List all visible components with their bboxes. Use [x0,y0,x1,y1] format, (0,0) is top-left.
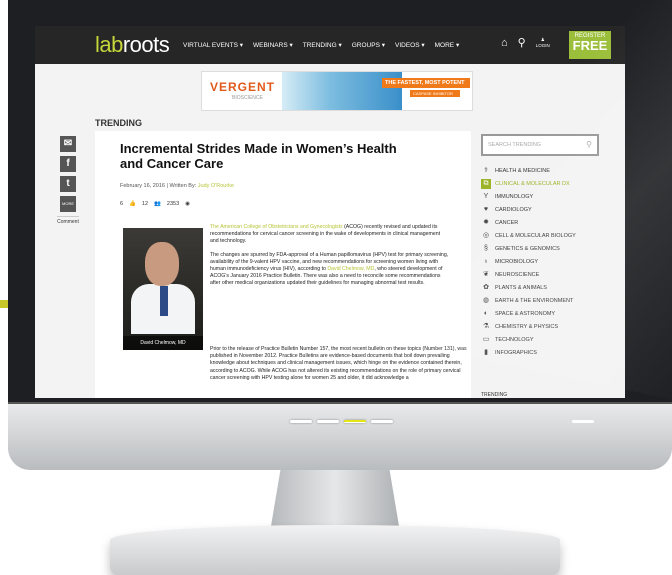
category-label: MICROBIOLOGY [495,258,539,265]
more-share-button[interactable]: MORE [60,196,76,212]
category-plants-animals[interactable]: ✿ PLANTS & ANIMALS [481,281,601,294]
category-infographics[interactable]: ▮ INFOGRAPHICS [481,346,601,359]
comment-link[interactable]: Comment [57,216,79,225]
search-icon[interactable]: ⚲ [586,140,592,149]
menu-virtual-events[interactable]: VIRTUAL EVENTS ▾ [183,41,243,49]
search-trending-input[interactable]: SEARCH TRENDING ⚲ [481,134,599,156]
author-link[interactable]: Judy O'Rourke [198,183,234,189]
plant-icon: ✿ [483,283,489,291]
search-icon[interactable]: ⚲ [518,36,526,49]
category-genetics-genomics[interactable]: § GENETICS & GENOMICS [481,242,601,255]
category-list: ⚕ HEALTH & MEDICINE ⧉ CLINICAL & MOLECULAR … [481,164,601,359]
category-label: INFOGRAPHICS [495,349,537,356]
email-share-icon[interactable]: ✉ [60,136,76,152]
category-space-astronomy[interactable]: ◐ SPACE & ASTRONOMY [481,307,601,320]
category-label: CLINICAL & MOLECULAR DX [495,180,570,187]
author-photo: David Chelmow, MD [123,228,203,350]
bar-chart-icon: ▮ [484,348,488,356]
category-immunology[interactable]: Y IMMUNOLOGY [481,190,601,203]
stethoscope-icon: ⚕ [484,166,488,174]
category-label: GENETICS & GENOMICS [495,245,560,252]
antibody-icon: Y [483,192,489,200]
nav-icons: ⌂ ⚲ ♟ LOGIN [501,36,550,50]
acog-link[interactable]: The American College of Obstetricians an… [210,224,343,230]
facebook-share-icon[interactable]: f [60,156,76,172]
register-free-button[interactable]: REGISTER FREE [569,31,611,59]
heart-icon: ♥ [483,205,489,213]
ad-subline: CASPASE INHIBITOR [410,90,460,97]
category-label: HEALTH & MEDICINE [495,167,550,174]
cancer-cell-icon: ✹ [483,218,489,226]
user-icon: ♟ [540,37,545,42]
eye-icon: ◉ [185,201,190,207]
thumbs-up-icon[interactable]: 👍 [129,201,136,207]
ad-tagline: 4.5x Faster, 10x more potent than Z-VAD-… [402,102,467,111]
monitor-power-indicator [572,420,594,423]
people-icon: 👥 [154,201,161,207]
login-button[interactable]: ♟ LOGIN [536,37,550,48]
category-label: IMMUNOLOGY [495,193,534,200]
category-chemistry-physics[interactable]: ⚗ CHEMISTRY & PHYSICS [481,320,601,333]
category-label: CHEMISTRY & PHYSICS [495,323,559,330]
monitor-stand-base [110,525,560,575]
paragraph-3: Prior to the release of Practice Bulleti… [210,346,467,381]
category-health-medicine[interactable]: ⚕ HEALTH & MEDICINE [481,164,601,177]
planet-icon: ◐ [483,309,489,317]
article-title: Incremental Strides Made in Women’s Heal… [120,141,397,171]
monitor-bezel: labroots VIRTUAL EVENTS ▾ WEBINARS ▾ TRE… [8,0,672,468]
dna-test-icon: ⧉ [481,178,491,189]
category-clinical-molecular-dx[interactable]: ⧉ CLINICAL & MOLECULAR DX [481,177,601,190]
category-neuroscience[interactable]: ❦ NEUROSCIENCE [481,268,601,281]
share-bar: ✉ f t MORE Comment [57,136,79,225]
monitor-icon: ▭ [482,335,490,343]
category-technology[interactable]: ▭ TECHNOLOGY [481,333,601,346]
menu-videos[interactable]: VIDEOS ▾ [395,41,425,49]
monitor-scene: labroots VIRTUAL EVENTS ▾ WEBINARS ▾ TRE… [0,0,672,575]
category-label: TECHNOLOGY [495,336,534,343]
category-cardiology[interactable]: ♥ CARDIOLOGY [481,203,601,216]
ad-brand-sub: BIOSCIENCE [232,95,263,101]
menu-webinars[interactable]: WEBINARS ▾ [253,41,293,49]
section-label: TRENDING [95,118,142,128]
category-earth-the-environment[interactable]: ◍ EARTH & THE ENVIRONMENT [481,294,601,307]
category-cell-molecular-biology[interactable]: ◎ CELL & MOLECULAR BIOLOGY [481,229,601,242]
monitor-chin [8,402,672,470]
globe-icon: ◍ [482,296,490,304]
category-label: CANCER [495,219,519,226]
top-navigation: labroots VIRTUAL EVENTS ▾ WEBINARS ▾ TRE… [35,26,625,64]
category-label: CELL & MOLECULAR BIOLOGY [495,232,576,239]
article-body: The American College of Obstetricians an… [210,224,450,294]
category-label: CARDIOLOGY [495,206,532,213]
article-stats: 6 👍 12 👥 2353 ◉ [120,201,190,207]
brain-icon: ❦ [483,270,489,278]
main-menu: VIRTUAL EVENTS ▾ WEBINARS ▾ TRENDING ▾ G… [183,41,459,49]
monitor-stand-neck [270,470,400,532]
category-cancer[interactable]: ✹ CANCER [481,216,601,229]
cell-icon: ◎ [482,231,490,239]
trending-label: TRENDING [481,392,508,398]
category-label: PLANTS & ANIMALS [495,284,547,291]
flask-icon: ⚗ [482,322,490,330]
labroots-logo[interactable]: labroots [95,32,170,58]
menu-more[interactable]: MORE ▾ [435,41,460,49]
category-microbiology[interactable]: ♁ MICROBIOLOGY [481,255,601,268]
menu-groups[interactable]: GROUPS ▾ [352,41,385,49]
article-byline: February 16, 2016 | Written By: Judy O'R… [120,183,234,189]
microscope-icon: ♁ [483,257,489,265]
monitor-screen: labroots VIRTUAL EVENTS ▾ WEBINARS ▾ TRE… [35,26,625,398]
paragraph-1: The American College of Obstetricians an… [210,224,441,245]
dna-icon: § [484,244,488,252]
category-label: SPACE & ASTRONOMY [495,310,556,317]
chelmow-link[interactable]: David Chelmow, MD [327,266,374,272]
category-label: EARTH & THE ENVIRONMENT [495,297,574,304]
paragraph-2: The changes are spurred by FDA-approval … [210,251,449,287]
twitter-share-icon[interactable]: t [60,176,76,192]
ad-banner[interactable]: VERGENT BIOSCIENCE THE FASTEST, MOST POT… [201,71,473,111]
menu-trending[interactable]: TRENDING ▾ [303,41,342,49]
ad-headline: THE FASTEST, MOST POTENT [382,78,470,88]
ad-brand: VERGENT [210,80,276,94]
monitor-indicator-dots [290,420,393,423]
home-icon[interactable]: ⌂ [501,37,508,49]
category-label: NEUROSCIENCE [495,271,540,278]
